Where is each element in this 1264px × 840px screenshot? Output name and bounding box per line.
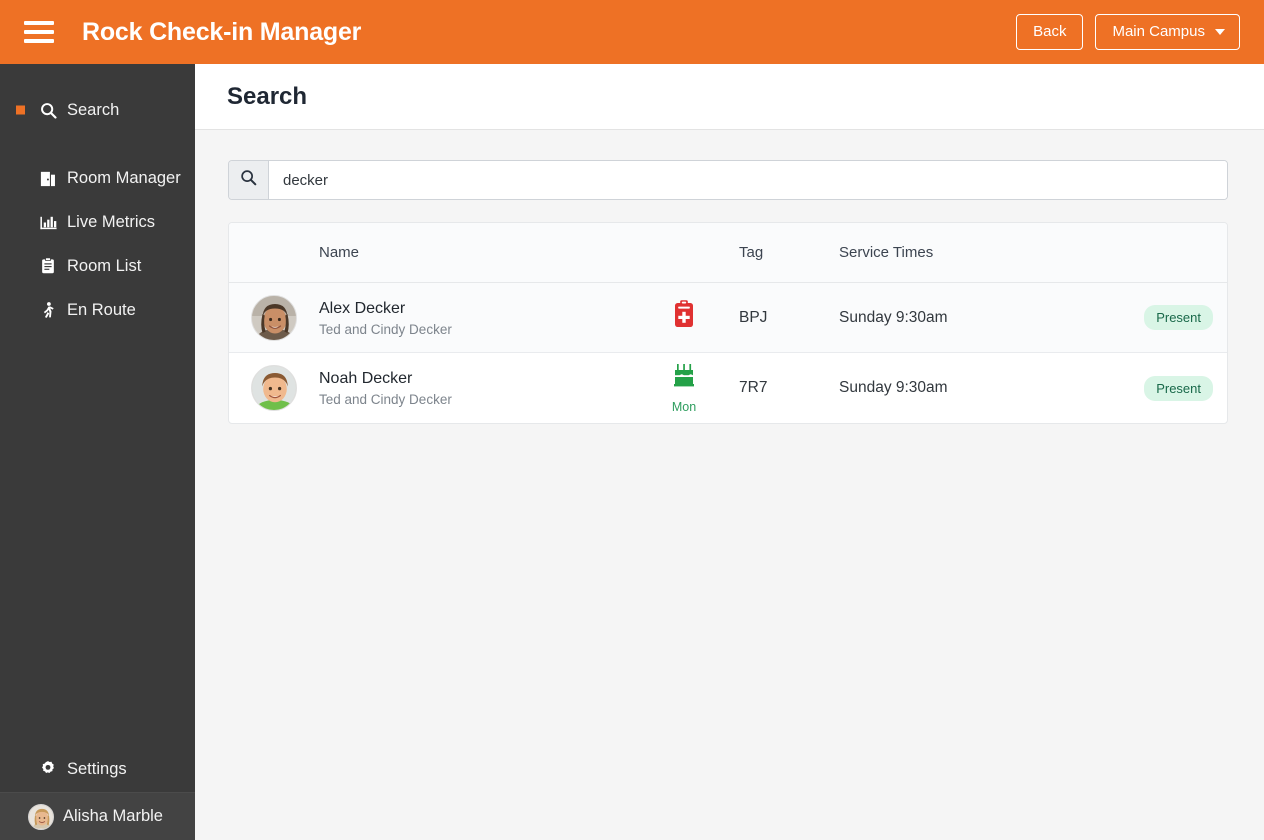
status-badge: Present bbox=[1144, 375, 1213, 401]
person-name: Alex Decker bbox=[319, 299, 406, 317]
row-name-cell: Noah Decker Ted and Cindy Decker bbox=[319, 369, 629, 407]
row-avatar-cell bbox=[229, 294, 319, 341]
gear-icon bbox=[37, 760, 59, 778]
person-parents: Ted and Cindy Decker bbox=[319, 392, 452, 407]
campus-selector-button[interactable]: Main Campus bbox=[1095, 13, 1240, 51]
walking-person-icon bbox=[37, 301, 59, 320]
sidebar-item-search[interactable]: Search bbox=[0, 88, 195, 132]
avatar bbox=[251, 365, 297, 411]
sidebar-item-label: Live Metrics bbox=[67, 212, 156, 231]
app-title: Rock Check-in Manager bbox=[82, 17, 362, 46]
clipboard-icon bbox=[37, 257, 59, 275]
row-status-cell: Present bbox=[1112, 305, 1227, 330]
hamburger-bar bbox=[24, 39, 54, 43]
sidebar-item-label: Room Manager bbox=[67, 168, 181, 187]
search-bar bbox=[228, 160, 1228, 200]
sidebar-item-label: Search bbox=[67, 100, 120, 119]
row-status-cell: Present bbox=[1112, 375, 1227, 401]
row-icon-cell bbox=[629, 299, 739, 336]
person-name: Noah Decker bbox=[319, 370, 413, 387]
bar-chart-icon bbox=[37, 213, 59, 232]
sidebar-item-label: En Route bbox=[67, 300, 136, 319]
back-button[interactable]: Back bbox=[1016, 13, 1084, 51]
search-results-card: Name Tag Service Times Alex Decker Ted a… bbox=[228, 222, 1228, 424]
hamburger-bar bbox=[24, 21, 54, 25]
sidebar-item-room-manager[interactable]: Room Manager bbox=[0, 156, 195, 200]
door-icon bbox=[37, 169, 59, 188]
hamburger-icon[interactable] bbox=[24, 21, 54, 43]
sidebar-item-room-list[interactable]: Room List bbox=[0, 244, 195, 288]
page-header: Search bbox=[195, 64, 1264, 130]
search-button[interactable] bbox=[229, 161, 269, 199]
medical-clipboard-icon bbox=[673, 299, 695, 334]
content-area: Name Tag Service Times bbox=[195, 130, 1264, 424]
sidebar-bottom: Settings Alisha Marble bbox=[0, 746, 195, 840]
table-row[interactable]: Alex Decker Ted and Cindy Decker BPJ Sun… bbox=[229, 283, 1227, 353]
row-tag: BPJ bbox=[739, 308, 768, 326]
sidebar-item-en-route[interactable]: En Route bbox=[0, 288, 195, 332]
app-root: Rock Check-in Manager Back Main Campus S… bbox=[0, 0, 1264, 840]
top-bar-actions: Back Main Campus bbox=[1016, 13, 1240, 51]
sidebar-item-live-metrics[interactable]: Live Metrics bbox=[0, 200, 195, 244]
row-name-cell: Alex Decker Ted and Cindy Decker bbox=[319, 299, 629, 337]
main-content: Search Name bbox=[195, 64, 1264, 840]
sidebar-item-settings[interactable]: Settings bbox=[0, 746, 195, 792]
row-avatar-cell bbox=[229, 365, 319, 411]
status-badge: Present bbox=[1144, 305, 1213, 330]
avatar bbox=[251, 294, 297, 341]
active-indicator bbox=[16, 105, 25, 115]
row-tag: 7R7 bbox=[739, 379, 768, 396]
row-service-times: Sunday 9:30am bbox=[839, 379, 948, 396]
page-title: Search bbox=[227, 82, 308, 110]
person-parents: Ted and Cindy Decker bbox=[319, 321, 452, 337]
header-name: Name bbox=[319, 244, 360, 261]
avatar bbox=[28, 803, 54, 830]
search-input[interactable] bbox=[269, 161, 1227, 199]
birthday-cake-icon bbox=[671, 363, 697, 398]
chevron-down-icon bbox=[1215, 29, 1225, 35]
header-service-times: Service Times bbox=[839, 244, 934, 261]
sidebar-item-label: Settings bbox=[67, 759, 127, 778]
search-icon bbox=[240, 169, 257, 191]
results-table-header: Name Tag Service Times bbox=[229, 223, 1227, 283]
sidebar: Search Room Manager Live Metrics Room Li… bbox=[0, 64, 195, 840]
campus-selector-label: Main Campus bbox=[1112, 22, 1205, 40]
hamburger-bar bbox=[24, 30, 54, 34]
sidebar-item-label: Room List bbox=[67, 256, 142, 275]
table-row[interactable]: Noah Decker Ted and Cindy Decker Mon 7R7… bbox=[229, 353, 1227, 423]
sidebar-user-name: Alisha Marble bbox=[63, 807, 163, 825]
header-tag: Tag bbox=[739, 244, 764, 261]
row-service-times: Sunday 9:30am bbox=[839, 308, 948, 326]
sidebar-user[interactable]: Alisha Marble bbox=[0, 792, 195, 840]
row-icon-cell: Mon bbox=[629, 363, 739, 414]
magnifier-icon bbox=[37, 102, 59, 119]
top-bar: Rock Check-in Manager Back Main Campus bbox=[0, 0, 1264, 64]
icon-label: Mon bbox=[671, 399, 697, 414]
